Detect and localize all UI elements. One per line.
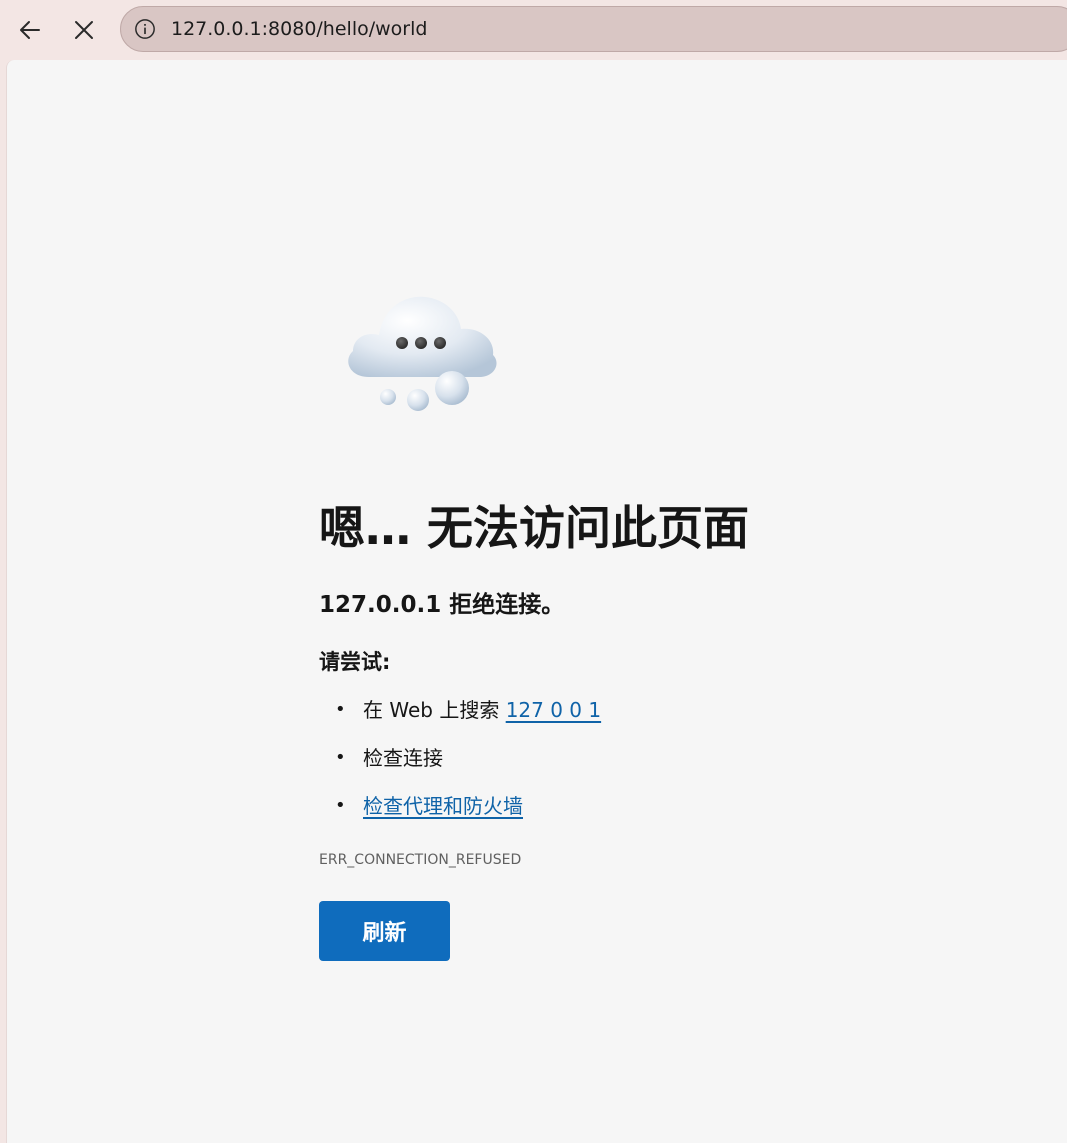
check-proxy-firewall-link[interactable]: 检查代理和防火墙 (363, 794, 523, 818)
bullet: • (335, 699, 346, 720)
suggestion-check-proxy-firewall: • 检查代理和防火墙 (319, 788, 601, 836)
suggestion-search-prefix: 在 Web 上搜索 (363, 698, 506, 722)
arrow-left-icon (20, 21, 40, 39)
suggestion-check-connection-text: 检查连接 (363, 746, 443, 770)
browser-toolbar: 127.0.0.1:8080/hello/world (0, 0, 1067, 60)
search-web-link[interactable]: 127 0 0 1 (506, 698, 601, 722)
info-icon (135, 19, 155, 39)
back-button[interactable] (10, 10, 50, 50)
refresh-button[interactable]: 刷新 (319, 901, 450, 961)
close-icon (75, 21, 93, 39)
suggestion-check-connection: • 检查连接 (319, 740, 601, 788)
page-title: 嗯… 无法访问此页面 (319, 501, 750, 555)
error-code: ERR_CONNECTION_REFUSED (319, 852, 522, 868)
site-info-button[interactable] (133, 17, 157, 41)
try-label: 请尝试: (319, 650, 391, 674)
error-page: 嗯… 无法访问此页面 127.0.0.1 拒绝连接。 请尝试: • 在 Web … (6, 60, 1067, 1143)
address-bar[interactable]: 127.0.0.1:8080/hello/world (120, 6, 1067, 52)
suggestion-list: • 在 Web 上搜索 127 0 0 1 • 检查连接 • 检查代理和防火墙 (319, 692, 601, 836)
cloud-thinking-icon (339, 285, 509, 425)
error-subtitle: 127.0.0.1 拒绝连接。 (319, 592, 565, 618)
bullet: • (335, 795, 346, 816)
suggestion-search-web: • 在 Web 上搜索 127 0 0 1 (319, 692, 601, 740)
url-text[interactable]: 127.0.0.1:8080/hello/world (171, 18, 427, 40)
bullet: • (335, 747, 346, 768)
stop-loading-button[interactable] (64, 10, 104, 50)
